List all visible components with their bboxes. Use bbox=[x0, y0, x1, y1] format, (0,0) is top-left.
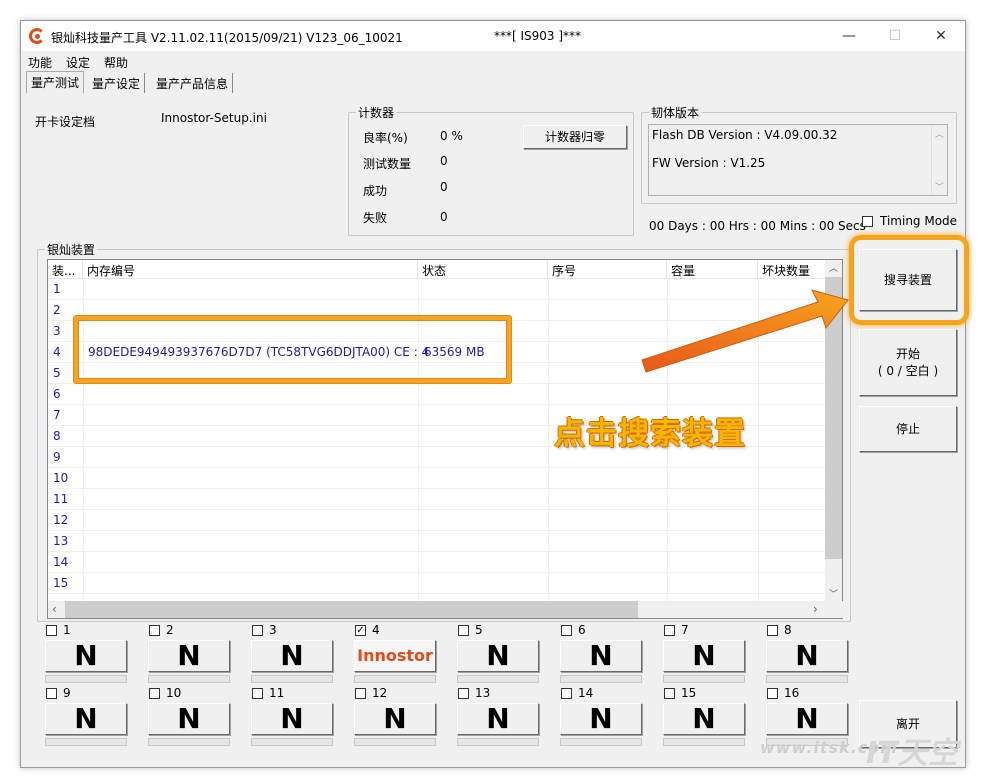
arrow-icon bbox=[641, 289, 849, 373]
pointer-arrow bbox=[641, 289, 849, 373]
callout-text: 点击搜索装置 bbox=[554, 416, 746, 452]
watermark-brand: IT天空 bbox=[866, 736, 958, 771]
